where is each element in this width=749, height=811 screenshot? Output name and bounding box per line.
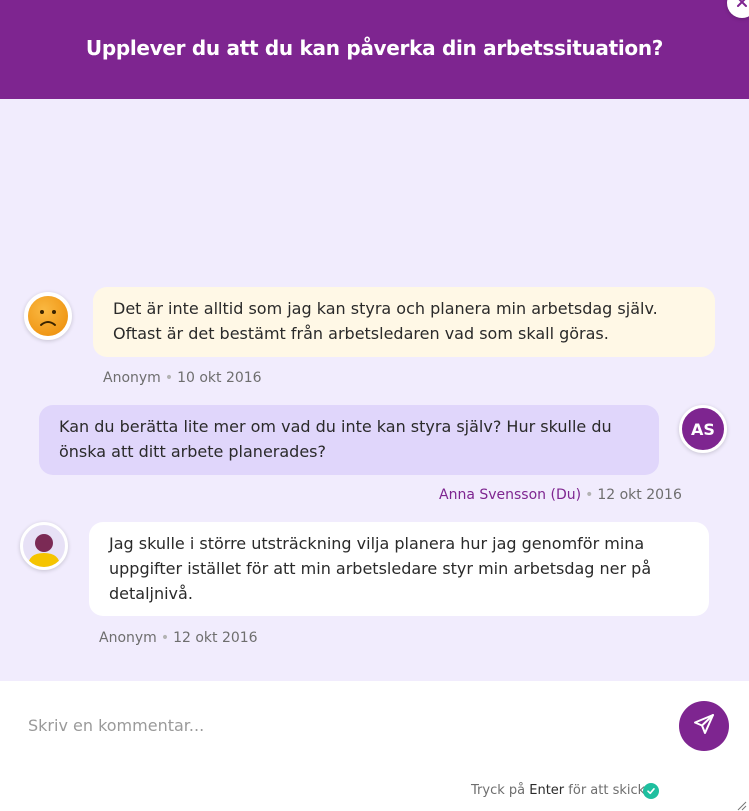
paper-plane-icon <box>692 712 716 740</box>
message-bubble: Jag skulle i större utsträckning vilja p… <box>89 522 709 616</box>
user-avatar <box>20 522 68 570</box>
message-date: 10 okt 2016 <box>177 370 262 386</box>
close-button[interactable] <box>727 0 749 18</box>
message-meta: Anonym • 10 okt 2016 <box>103 370 262 386</box>
message-author: Anonym <box>99 630 157 646</box>
page-title: Upplever du att du kan påverka din arbet… <box>85 35 664 60</box>
avatar-self: AS <box>679 405 727 453</box>
close-icon <box>735 0 749 13</box>
message-date: 12 okt 2016 <box>597 487 682 503</box>
check-icon <box>643 783 659 799</box>
comment-input[interactable] <box>28 713 648 737</box>
message-text: Kan du berätta lite mer om vad du inte k… <box>59 417 612 461</box>
message-date: 12 okt 2016 <box>173 630 258 646</box>
send-hint: Tryck på Enter för att skicka <box>471 783 653 798</box>
message-bubble: Det är inte alltid som jag kan styra och… <box>93 287 715 357</box>
resize-handle-icon[interactable] <box>735 796 747 811</box>
message-meta: Anna Svensson (Du) • 12 okt 2016 <box>439 487 682 503</box>
user-silhouette-icon <box>28 534 60 567</box>
message-author: Anna Svensson (Du) <box>439 487 582 503</box>
enter-key-label: Enter <box>529 783 565 798</box>
message-text: Jag skulle i större utsträckning vilja p… <box>109 534 652 603</box>
message-text: Det är inte alltid som jag kan styra och… <box>113 299 658 343</box>
avatar-initials: AS <box>691 419 715 439</box>
message-meta: Anonym • 12 okt 2016 <box>99 630 258 646</box>
composer: Tryck på Enter för att skicka <box>0 681 749 811</box>
send-button[interactable] <box>679 701 729 751</box>
message-author: Anonym <box>103 370 161 386</box>
sad-face-icon <box>28 296 68 336</box>
header: Upplever du att du kan påverka din arbet… <box>0 0 749 99</box>
chat-thread[interactable]: Det är inte alltid som jag kan styra och… <box>0 99 749 681</box>
sad-face-emoji-avatar <box>24 292 72 340</box>
message-bubble-self: Kan du berätta lite mer om vad du inte k… <box>39 405 659 475</box>
